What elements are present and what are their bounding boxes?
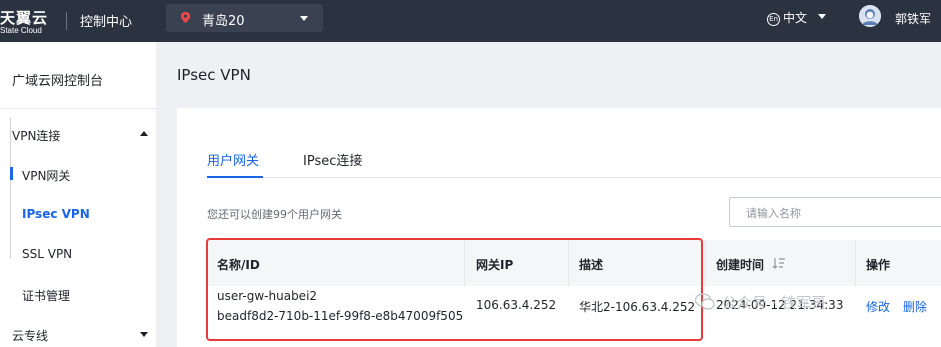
column-divider xyxy=(705,240,706,286)
user-avatar[interactable] xyxy=(859,5,881,27)
wechat-icon xyxy=(695,293,715,310)
tabs-divider xyxy=(207,177,941,178)
sidebar-item-ipsec-vpn[interactable]: IPsec VPN xyxy=(22,207,90,221)
top-navigation-bar: 天翼云 State Cloud 控制中心 青岛20 En 中文 郭铁军 xyxy=(0,0,941,42)
column-header-actions: 操作 xyxy=(866,258,891,272)
brand-name: 天翼云 xyxy=(0,9,49,27)
column-divider xyxy=(855,240,856,286)
sidebar-title: 广域云网控制台 xyxy=(12,74,104,89)
avatar-icon xyxy=(859,5,881,27)
brand-subtitle: State Cloud xyxy=(0,26,42,35)
user-name[interactable]: 郭铁军 xyxy=(895,10,931,27)
tab-ipsec-connection[interactable]: IPsec连接 xyxy=(303,150,362,169)
language-icon: En xyxy=(767,13,780,26)
column-header-created-time[interactable]: 创建时间 xyxy=(716,256,764,273)
sidebar-group-direct-connect[interactable]: 云专线 xyxy=(12,327,48,344)
page-title: IPsec VPN xyxy=(177,66,251,84)
region-selector[interactable]: 青岛20 xyxy=(166,4,323,32)
sort-icon[interactable] xyxy=(772,257,786,269)
region-label: 青岛20 xyxy=(202,14,245,29)
active-indicator xyxy=(10,167,13,180)
sidebar-item-ssl-vpn[interactable]: SSL VPN xyxy=(22,247,72,261)
sidebar-item-certificates[interactable]: 证书管理 xyxy=(22,287,70,304)
header-divider xyxy=(66,12,67,30)
chevron-down-icon xyxy=(300,16,308,21)
watermark-text: 公众号 · 铁军哥 xyxy=(722,294,827,312)
sidebar-tree-line xyxy=(10,118,11,258)
search-placeholder: 请输入名称 xyxy=(746,207,801,220)
sidebar-group-vpn[interactable]: VPN连接 xyxy=(12,127,60,144)
location-pin-icon xyxy=(180,12,191,23)
chevron-down-icon[interactable] xyxy=(140,332,148,337)
sidebar-divider xyxy=(0,108,156,109)
active-tab-underline xyxy=(207,176,263,178)
quota-hint: 您还可以创建99个用户网关 xyxy=(207,208,342,221)
language-switcher[interactable]: En 中文 xyxy=(767,9,807,26)
console-title[interactable]: 控制中心 xyxy=(80,11,132,30)
tab-user-gateway[interactable]: 用户网关 xyxy=(207,150,259,169)
edit-link[interactable]: 修改 xyxy=(866,298,890,315)
sidebar-item-vpn-gateway[interactable]: VPN网关 xyxy=(22,167,70,184)
chevron-up-icon[interactable] xyxy=(140,131,148,136)
language-label: 中文 xyxy=(783,11,808,25)
chevron-down-icon xyxy=(818,14,826,19)
highlight-box xyxy=(206,238,703,341)
delete-link[interactable]: 删除 xyxy=(903,298,927,315)
search-input[interactable]: 请输入名称 xyxy=(729,197,941,227)
brand-logo[interactable]: 天翼云 State Cloud xyxy=(0,4,52,38)
